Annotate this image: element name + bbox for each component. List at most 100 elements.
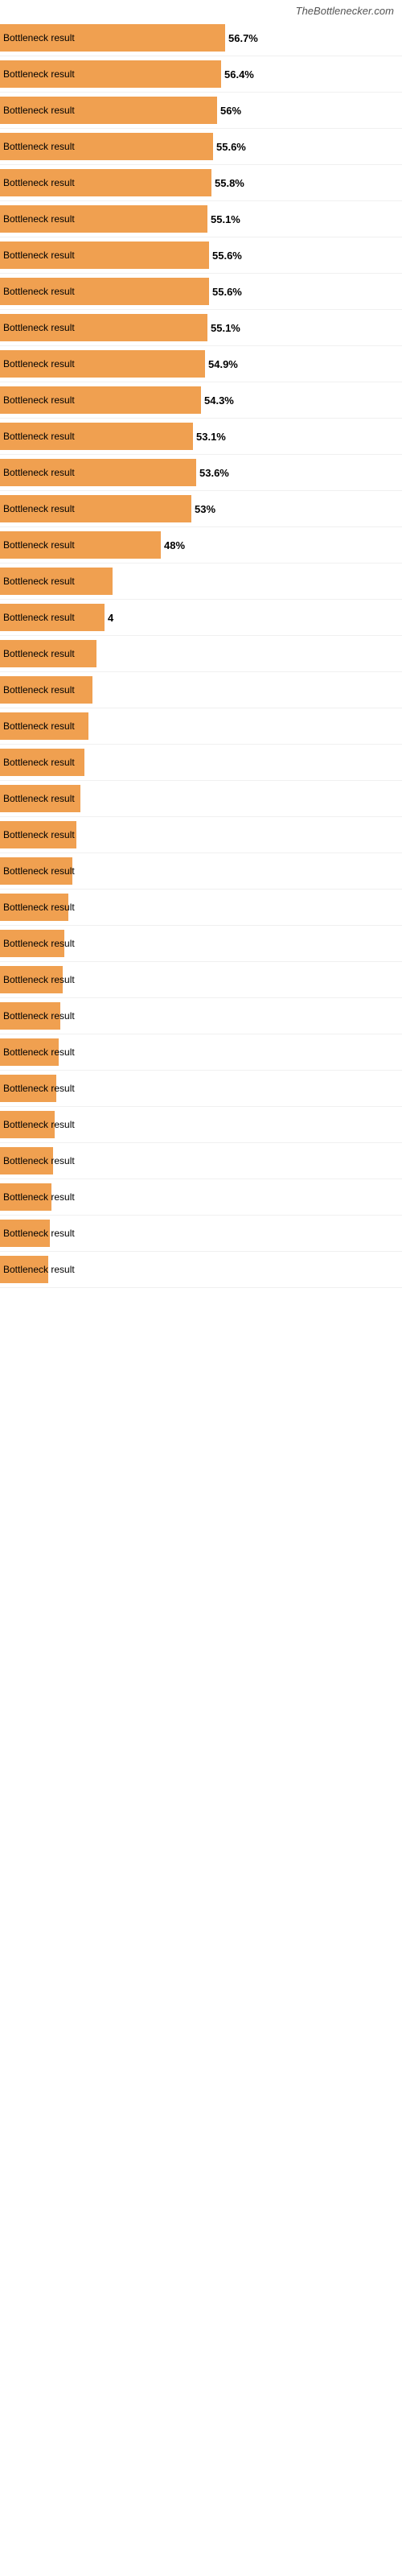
bar: Bottleneck result xyxy=(0,640,96,667)
site-header: TheBottlenecker.com xyxy=(0,0,402,20)
bar-row: Bottleneck result xyxy=(0,745,402,781)
bar-value: 56% xyxy=(217,105,241,117)
bar: Bottleneck result xyxy=(0,712,88,740)
bar-label: Bottleneck result xyxy=(3,612,75,623)
bar: Bottleneck result xyxy=(0,423,193,450)
bar-label: Bottleneck result xyxy=(3,1155,75,1166)
bar-row: Bottleneck result55.1% xyxy=(0,310,402,346)
bar: Bottleneck result xyxy=(0,169,211,196)
bar-container: Bottleneck result xyxy=(0,712,402,741)
bar: Bottleneck result xyxy=(0,24,225,52)
bar-row: Bottleneck result 53.6% xyxy=(0,455,402,491)
bar-row: Bottleneck result xyxy=(0,1216,402,1252)
bar-container: Bottleneck result xyxy=(0,893,402,922)
bar-row: Bottleneck result54.3% xyxy=(0,382,402,419)
bar-container: Bottleneck result xyxy=(0,857,402,886)
bar-container: Bottleneck result xyxy=(0,784,402,813)
bar-label: Bottleneck result xyxy=(3,684,75,696)
bar-container: Bottleneck result55.6% xyxy=(0,132,402,161)
bar-label: Bottleneck result xyxy=(3,539,75,551)
bar: Bottleneck result xyxy=(0,133,213,160)
bar-container: Bottleneck result54.3% xyxy=(0,386,402,415)
bar: Bottleneck result xyxy=(0,676,92,704)
bar: Bottleneck result xyxy=(0,278,209,305)
bar: Bottleneck result xyxy=(0,205,207,233)
bar-container: Bottleneck result xyxy=(0,1110,402,1139)
bar-label: Bottleneck result xyxy=(3,286,75,297)
bar-label: Bottleneck result xyxy=(3,974,75,985)
bar-row: Bottleneck result xyxy=(0,708,402,745)
bar-label: Bottleneck result xyxy=(3,720,75,732)
bar: Bottleneck result xyxy=(0,531,161,559)
bar-label: Bottleneck result xyxy=(3,503,75,514)
bar: Bottleneck result xyxy=(0,350,205,378)
bar-row: Bottleneck result55.1% xyxy=(0,201,402,237)
bar: Bottleneck result xyxy=(0,97,217,124)
bar-row: Bottleneck result xyxy=(0,1179,402,1216)
bar-row: Bottleneck result 55.6% xyxy=(0,237,402,274)
bar-container: Bottleneck result56.7% xyxy=(0,23,402,52)
bar-container: Bottleneck result xyxy=(0,1219,402,1248)
bar-row: Bottleneck result xyxy=(0,564,402,600)
bar-container: Bottleneck result55.1% xyxy=(0,313,402,342)
bar-container: Bottleneck result 55.6% xyxy=(0,241,402,270)
bar: Bottleneck result xyxy=(0,966,63,993)
bar-row: Bottleneck result53% xyxy=(0,491,402,527)
bar: Bottleneck result xyxy=(0,749,84,776)
bar-label: Bottleneck result xyxy=(3,105,75,116)
bar-row: Bottleneck result xyxy=(0,1107,402,1143)
bar-label: Bottleneck result xyxy=(3,902,75,913)
bar-value: 55.1% xyxy=(207,213,240,225)
bar-row: Bottleneck result xyxy=(0,962,402,998)
bar-label: Bottleneck result xyxy=(3,394,75,406)
bar-container: Bottleneck result xyxy=(0,567,402,596)
bar-row: Bottleneck result xyxy=(0,636,402,672)
bar-container: Bottleneck result xyxy=(0,1255,402,1284)
bar-label: Bottleneck result xyxy=(3,250,75,261)
bar-container: Bottleneck result 53.6% xyxy=(0,458,402,487)
bar-container: Bottleneck result xyxy=(0,748,402,777)
bar-row: Bottleneck result 54.9% xyxy=(0,346,402,382)
bar-container: Bottleneck result 56% xyxy=(0,96,402,125)
bar-container: Bottleneck result xyxy=(0,929,402,958)
bar-label: Bottleneck result xyxy=(3,358,75,369)
bar: Bottleneck result xyxy=(0,568,113,595)
bar-container: Bottleneck result 54.9% xyxy=(0,349,402,378)
bar-container: Bottleneck result4 xyxy=(0,603,402,632)
bar-label: Bottleneck result xyxy=(3,793,75,804)
bar-container: Bottleneck result55.1% xyxy=(0,204,402,233)
bar-row: Bottleneck result 56% xyxy=(0,93,402,129)
bar-row: Bottleneck result xyxy=(0,853,402,890)
bar-value: 55.1% xyxy=(207,322,240,334)
bar-container: Bottleneck result xyxy=(0,1074,402,1103)
bar-value: 55.6% xyxy=(213,141,246,153)
bar-container: Bottleneck result53.1% xyxy=(0,422,402,451)
bar-row: Bottleneck result xyxy=(0,926,402,962)
bar-value: 56.4% xyxy=(221,68,254,80)
bar: Bottleneck result xyxy=(0,857,72,885)
bar-row: Bottleneck result48% xyxy=(0,527,402,564)
bar-label: Bottleneck result xyxy=(3,1083,75,1094)
bar: Bottleneck result xyxy=(0,60,221,88)
bar-label: Bottleneck result xyxy=(3,865,75,877)
bar-row: Bottleneck result xyxy=(0,817,402,853)
bar-row: Bottleneck result xyxy=(0,1143,402,1179)
bar-value: 54.9% xyxy=(205,358,238,370)
bar-container: Bottleneck result xyxy=(0,1183,402,1212)
bar: Bottleneck result xyxy=(0,1256,48,1283)
bar-value: 55.8% xyxy=(211,177,244,189)
bar-row: Bottleneck result xyxy=(0,1252,402,1288)
bar-value: 55.6% xyxy=(209,250,242,262)
bar-label: Bottleneck result xyxy=(3,467,75,478)
bar-row: Bottleneck result55.6% xyxy=(0,274,402,310)
bar: Bottleneck result xyxy=(0,821,76,848)
bar: Bottleneck result xyxy=(0,1220,50,1247)
bar-value: 53.6% xyxy=(196,467,229,479)
bar-container: Bottleneck result55.8% xyxy=(0,168,402,197)
bar-row: Bottleneck result xyxy=(0,1034,402,1071)
bar-label: Bottleneck result xyxy=(3,68,75,80)
bar: Bottleneck result xyxy=(0,1147,53,1174)
bar-label: Bottleneck result xyxy=(3,32,75,43)
bar-container: Bottleneck result55.6% xyxy=(0,277,402,306)
bar: Bottleneck result xyxy=(0,894,68,921)
